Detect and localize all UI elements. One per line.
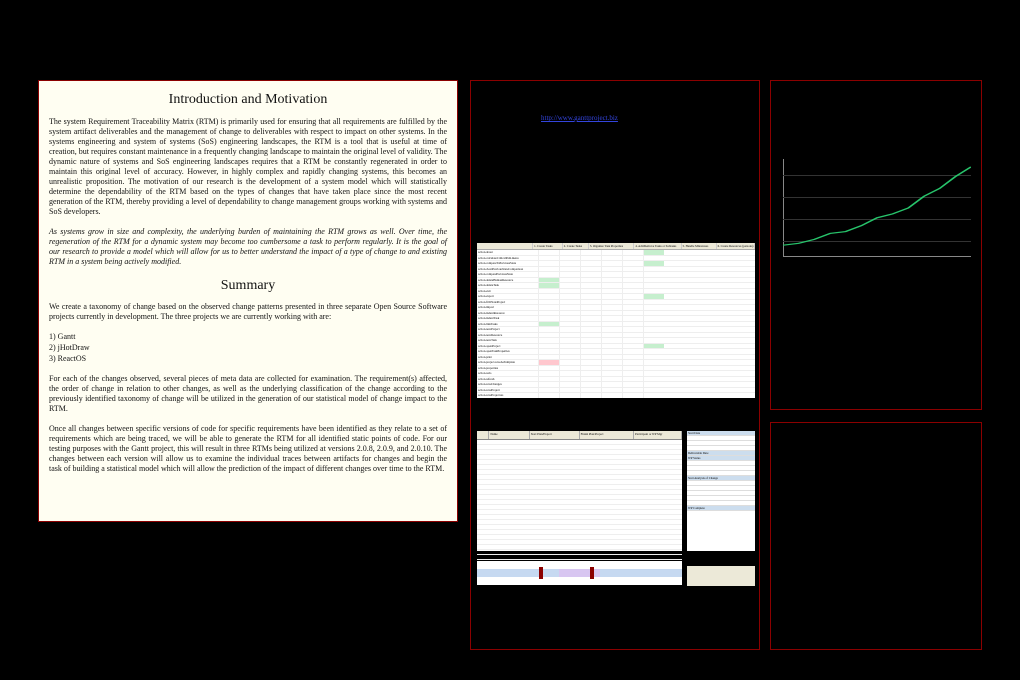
summary-para-3: Once all changes between specific versio… <box>49 424 447 474</box>
gantt-table: Name Start Plan/Project Finish Plan/Proj… <box>477 431 682 551</box>
list-item: 2) jHotDraw <box>49 343 447 353</box>
intro-panel: Introduction and Motivation The system R… <box>38 80 458 522</box>
timeline-marker <box>590 567 594 579</box>
spreadsheet-header: 1. Create Tasks 2. Create Tasks 3. Organ… <box>477 243 755 250</box>
center-panel: http://www.ganttproject.biz 1. Create Ta… <box>470 80 760 650</box>
gantt-url-link[interactable]: http://www.ganttproject.biz <box>541 114 618 122</box>
list-item: 1) Gantt <box>49 332 447 342</box>
timeline-bar <box>477 569 682 577</box>
summary-para-2: For each of the changes observed, severa… <box>49 374 447 414</box>
list-item: WP Complete <box>687 506 755 511</box>
intro-para-1: The system Requirement Traceability Matr… <box>49 117 447 217</box>
table-row: action.saveProjectAs <box>477 393 755 398</box>
summary-para-1: We create a taxonomy of change based on … <box>49 302 447 322</box>
footer-box <box>687 566 755 586</box>
line-chart <box>779 155 975 265</box>
gantt-header: Name Start Plan/Project Finish Plan/Proj… <box>477 431 682 440</box>
list-item: 3) ReactOS <box>49 354 447 364</box>
timeline-marker <box>539 567 543 579</box>
heading-intro: Introduction and Motivation <box>49 91 447 109</box>
timeline <box>477 561 682 585</box>
gantt-side-list: Start DateDeliverable DateWP StatusStart… <box>687 431 755 551</box>
intro-para-2: As systems grow in size and complexity, … <box>49 227 447 267</box>
heading-summary: Summary <box>49 277 447 295</box>
chart-panel <box>770 80 982 410</box>
spreadsheet: 1. Create Tasks 2. Create Tasks 3. Organ… <box>477 243 755 398</box>
chart-line <box>783 159 971 257</box>
right-bottom-panel <box>770 422 982 650</box>
